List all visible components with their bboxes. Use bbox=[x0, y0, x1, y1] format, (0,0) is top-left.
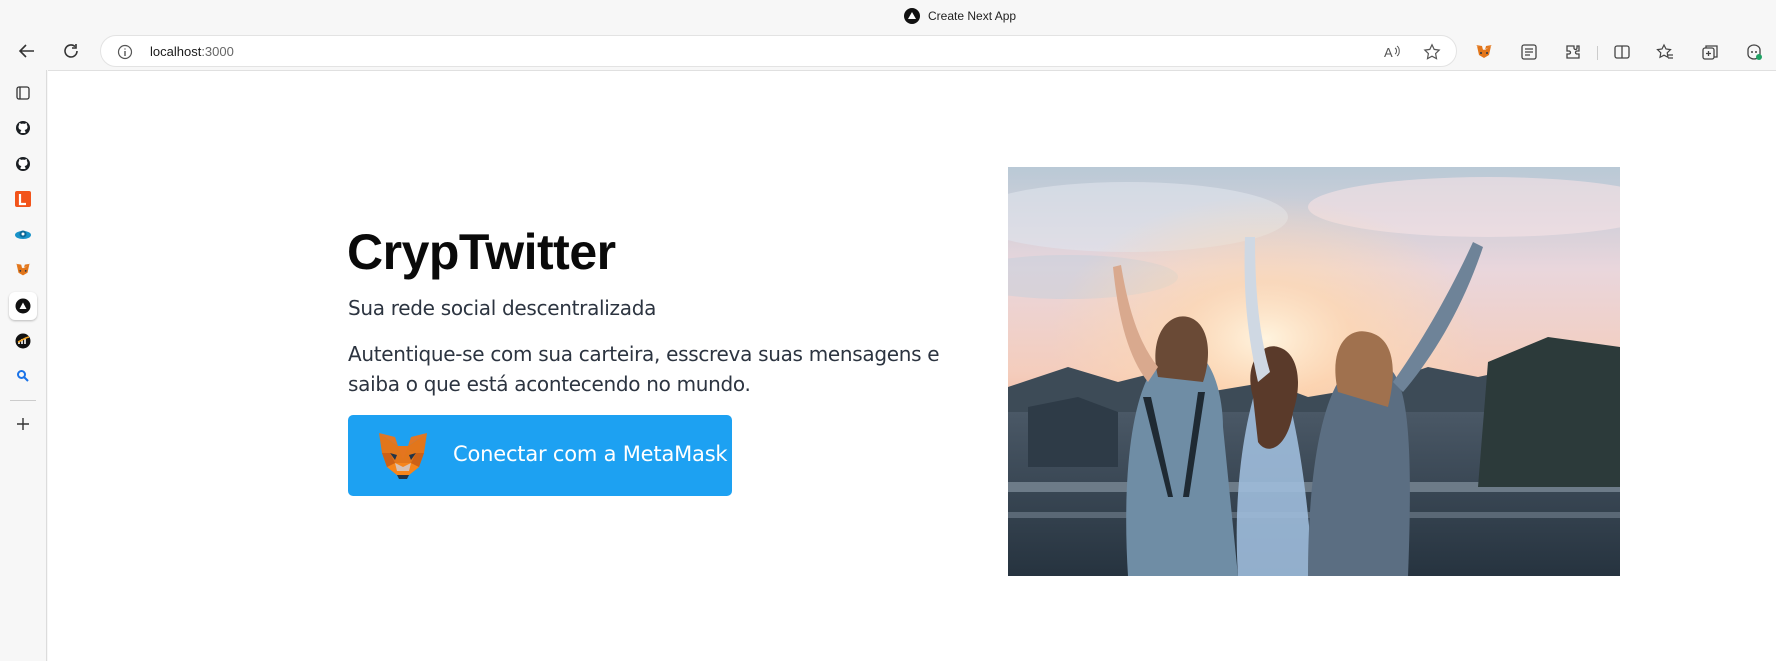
search-icon bbox=[17, 370, 29, 382]
sidebar-divider bbox=[10, 400, 36, 401]
refresh-icon bbox=[64, 44, 78, 58]
page-subtitle: Sua rede social descentralizada bbox=[348, 296, 657, 320]
browser-sidebar bbox=[0, 70, 47, 661]
collections-icon bbox=[1521, 44, 1537, 60]
read-aloud-icon[interactable]: A bbox=[1383, 43, 1401, 66]
analytics-icon bbox=[15, 333, 31, 349]
nextjs-icon bbox=[15, 298, 31, 314]
url-port: :3000 bbox=[201, 44, 234, 59]
window-title: Create Next App bbox=[904, 8, 1016, 24]
refresh-button[interactable] bbox=[58, 38, 84, 64]
split-screen-icon bbox=[1614, 45, 1630, 59]
sidebar-item-nextjs[interactable] bbox=[9, 292, 37, 320]
favorites-icon bbox=[1656, 43, 1673, 59]
copilot-icon bbox=[1747, 44, 1762, 60]
metamask-extension-button[interactable] bbox=[1473, 41, 1495, 63]
favorites-button[interactable] bbox=[1654, 41, 1676, 63]
sidebar-item-l-app[interactable] bbox=[9, 185, 37, 213]
copilot-button[interactable] bbox=[1743, 41, 1765, 63]
extensions-button[interactable] bbox=[1562, 41, 1584, 63]
metamask-icon bbox=[1476, 45, 1492, 58]
page-title: CrypTwitter bbox=[347, 224, 616, 280]
add-icon bbox=[17, 418, 29, 430]
bluesky-icon bbox=[15, 230, 31, 239]
browser-essentials-icon bbox=[1702, 45, 1718, 60]
sidebar-add-button[interactable] bbox=[9, 410, 37, 438]
extensions-icon bbox=[1566, 45, 1580, 59]
window-title-text: Create Next App bbox=[928, 9, 1017, 23]
nextjs-icon bbox=[904, 8, 920, 24]
sidebar-item-search[interactable] bbox=[9, 362, 37, 390]
back-icon bbox=[18, 44, 34, 58]
page-content: CrypTwitter Sua rede social descentraliz… bbox=[48, 70, 1776, 661]
connect-metamask-label: Conectar com a MetaMask bbox=[453, 442, 728, 466]
sidebar-item-metamask[interactable] bbox=[9, 256, 37, 284]
window-titlebar: Create Next App bbox=[0, 0, 1776, 32]
split-screen-button[interactable] bbox=[1611, 41, 1633, 63]
url-host: localhost bbox=[150, 44, 202, 59]
github-icon bbox=[16, 121, 30, 135]
address-bar[interactable]: localhost:3000 A bbox=[100, 35, 1457, 67]
svg-text:A: A bbox=[1384, 45, 1393, 60]
browser-toolbar: localhost:3000 A bbox=[0, 32, 1776, 70]
sidebar-item-tab-actions[interactable] bbox=[9, 79, 37, 107]
connect-metamask-button[interactable]: Conectar com a MetaMask bbox=[348, 415, 732, 496]
metamask-icon bbox=[15, 263, 31, 276]
info-icon[interactable] bbox=[117, 44, 133, 65]
favorite-star-icon[interactable] bbox=[1423, 43, 1441, 66]
tab-actions-icon bbox=[16, 86, 30, 100]
hero-photo bbox=[1008, 167, 1620, 576]
back-button[interactable] bbox=[14, 38, 40, 64]
sidebar-item-analytics[interactable] bbox=[9, 327, 37, 355]
browser-essentials-button[interactable] bbox=[1699, 41, 1721, 63]
github-icon bbox=[16, 157, 30, 171]
collections-button[interactable] bbox=[1518, 41, 1540, 63]
metamask-fox-icon bbox=[379, 433, 427, 479]
toolbar-divider bbox=[1597, 46, 1598, 60]
sidebar-item-github-2[interactable] bbox=[9, 150, 37, 178]
url-text[interactable]: localhost:3000 bbox=[150, 44, 234, 59]
l-app-icon bbox=[15, 191, 31, 207]
page-description: Autentique-se com sua carteira, esscreva… bbox=[348, 342, 940, 396]
sidebar-item-github[interactable] bbox=[9, 114, 37, 142]
friends-sunset-image bbox=[1008, 167, 1620, 576]
sidebar-item-bluesky[interactable] bbox=[9, 221, 37, 249]
